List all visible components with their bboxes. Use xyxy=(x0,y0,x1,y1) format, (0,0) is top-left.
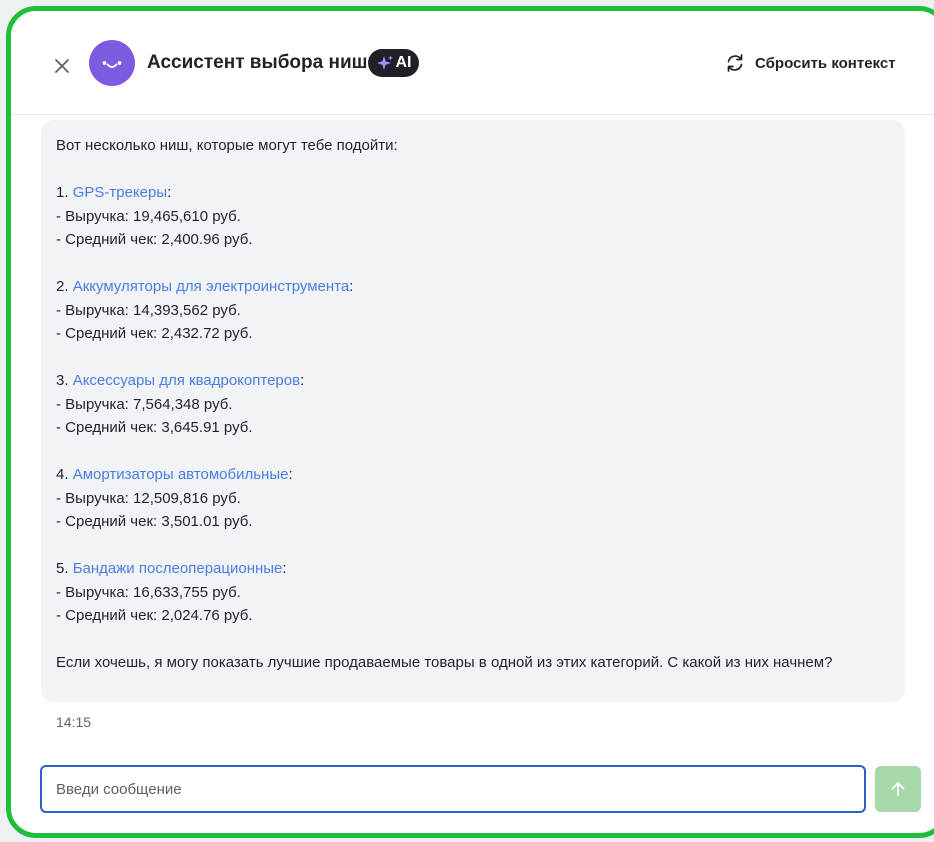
niche-number: 1. xyxy=(56,184,69,201)
niche-number: 3. xyxy=(56,372,69,389)
reset-context-label: Сбросить контекст xyxy=(755,54,896,72)
message-intro: Вот несколько ниш, которые могут тебе по… xyxy=(56,137,398,154)
assistant-message: Вот несколько ниш, которые могут тебе по… xyxy=(41,120,905,702)
smiley-icon xyxy=(102,61,122,68)
message-list[interactable]: Вот несколько ниш, которые могут тебе по… xyxy=(11,115,934,755)
niche-link[interactable]: Бандажи послеоперационные xyxy=(73,560,283,577)
assistant-panel: Ассистент выбора ниши AI Сбросить контек… xyxy=(6,6,934,838)
niche-link[interactable]: Аксессуары для квадрокоптеров xyxy=(73,372,300,389)
niche-revenue: - Выручка: 16,633,755 руб. xyxy=(56,583,241,601)
niche-revenue: - Выручка: 14,393,562 руб. xyxy=(56,301,241,319)
niche-avg-check: - Средний чек: 3,501.01 руб. xyxy=(56,513,253,530)
arrow-up-icon xyxy=(891,782,905,796)
niche-revenue: - Выручка: 12,509,816 руб. xyxy=(56,489,241,507)
niche-number: 5. xyxy=(56,560,69,577)
niche-avg-check: - Средний чек: 2,024.76 руб. xyxy=(56,607,253,624)
niche-title: 2. Аккумуляторы для электроинструмента: xyxy=(56,278,354,295)
reset-context-button[interactable]: Сбросить контекст xyxy=(724,50,896,76)
message-timestamp: 14:15 xyxy=(56,714,92,730)
page-title: Ассистент выбора ниши xyxy=(147,52,380,73)
niche-link[interactable]: GPS-трекеры xyxy=(73,184,167,201)
niche-avg-check: - Средний чек: 2,432.72 руб. xyxy=(56,325,253,342)
assistant-avatar xyxy=(89,40,135,86)
niche-title: 4. Амортизаторы автомобильные: xyxy=(56,466,293,483)
message-input[interactable] xyxy=(40,765,866,813)
niche-link[interactable]: Аккумуляторы для электроинструмента xyxy=(73,278,350,295)
close-button[interactable] xyxy=(51,55,73,77)
send-button[interactable] xyxy=(875,766,921,812)
message-outro: Если хочешь, я могу показать лучшие прод… xyxy=(56,654,833,671)
ai-badge-label: AI xyxy=(395,54,412,71)
niche-title: 5. Бандажи послеоперационные: xyxy=(56,560,287,577)
refresh-icon xyxy=(727,54,743,72)
panel-header: Ассистент выбора ниши AI Сбросить контек… xyxy=(11,11,934,115)
sparkle-icon xyxy=(376,55,393,70)
niche-title: 1. GPS-трекеры: xyxy=(56,184,172,201)
close-icon xyxy=(55,59,69,73)
niche-avg-check: - Средний чек: 3,645.91 руб. xyxy=(56,419,253,436)
niche-revenue: - Выручка: 7,564,348 руб. xyxy=(56,395,233,413)
niche-number: 2. xyxy=(56,278,69,295)
niche-number: 4. xyxy=(56,466,69,483)
niche-title: 3. Аксессуары для квадрокоптеров: xyxy=(56,372,305,389)
ai-badge: AI xyxy=(368,49,419,77)
niche-link[interactable]: Амортизаторы автомобильные xyxy=(73,466,289,483)
niche-revenue: - Выручка: 19,465,610 руб. xyxy=(56,207,241,225)
niche-avg-check: - Средний чек: 2,400.96 руб. xyxy=(56,231,253,248)
